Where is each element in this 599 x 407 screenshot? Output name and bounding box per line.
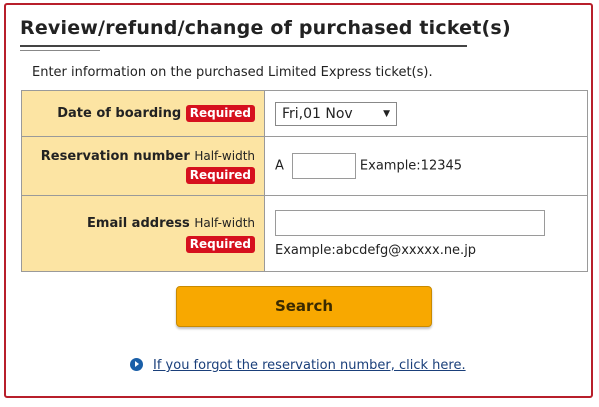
- reservation-number-row: Reservation number Half-width Required A…: [21, 136, 588, 196]
- reservation-number-label-cell: Reservation number Half-width Required: [21, 136, 265, 196]
- title-underline: [20, 45, 467, 47]
- email-input[interactable]: [275, 209, 545, 236]
- email-example: Example:abcdefg@xxxxx.ne.jp: [275, 242, 477, 258]
- title-underline-accent: [20, 50, 100, 51]
- boarding-date-value-cell: Fri,01 Nov ▼: [264, 90, 588, 137]
- boarding-date-selected: Fri,01 Nov: [282, 105, 353, 122]
- ticket-lookup-form: Date of boarding Required Fri,01 Nov ▼ R…: [21, 90, 588, 272]
- boarding-date-row: Date of boarding Required Fri,01 Nov ▼: [21, 90, 588, 137]
- reservation-number-value-cell: A Example:12345: [264, 136, 588, 196]
- search-button[interactable]: Search: [176, 286, 432, 327]
- email-value-cell: Example:abcdefg@xxxxx.ne.jp: [264, 195, 588, 272]
- forgot-reservation-link-row: If you forgot the reservation number, cl…: [130, 358, 466, 373]
- reservation-number-input[interactable]: [291, 153, 356, 179]
- boarding-date-label: Date of boarding: [57, 106, 182, 121]
- required-badge: Required: [185, 105, 255, 122]
- email-label-cell: Email address Half-width Required: [21, 195, 265, 272]
- intro-text: Enter information on the purchased Limit…: [32, 65, 433, 80]
- half-width-note: Half-width: [194, 149, 255, 163]
- required-badge: Required: [185, 235, 255, 253]
- email-label: Email address: [87, 215, 190, 231]
- half-width-note: Half-width: [194, 215, 255, 230]
- reservation-number-label: Reservation number: [40, 149, 190, 164]
- circle-arrow-right-icon: [130, 358, 143, 371]
- ticket-review-panel: Review/refund/change of purchased ticket…: [4, 3, 593, 398]
- dropdown-arrow-icon: ▼: [383, 108, 390, 119]
- email-row: Email address Half-width Required Exampl…: [21, 195, 588, 272]
- required-badge: Required: [185, 167, 255, 184]
- forgot-reservation-link[interactable]: If you forgot the reservation number, cl…: [153, 358, 466, 373]
- boarding-date-select[interactable]: Fri,01 Nov ▼: [275, 101, 397, 126]
- reservation-example: Example:12345: [359, 158, 463, 174]
- reservation-prefix: A: [275, 158, 284, 174]
- page-title: Review/refund/change of purchased ticket…: [20, 17, 511, 39]
- boarding-date-label-cell: Date of boarding Required: [21, 90, 265, 137]
